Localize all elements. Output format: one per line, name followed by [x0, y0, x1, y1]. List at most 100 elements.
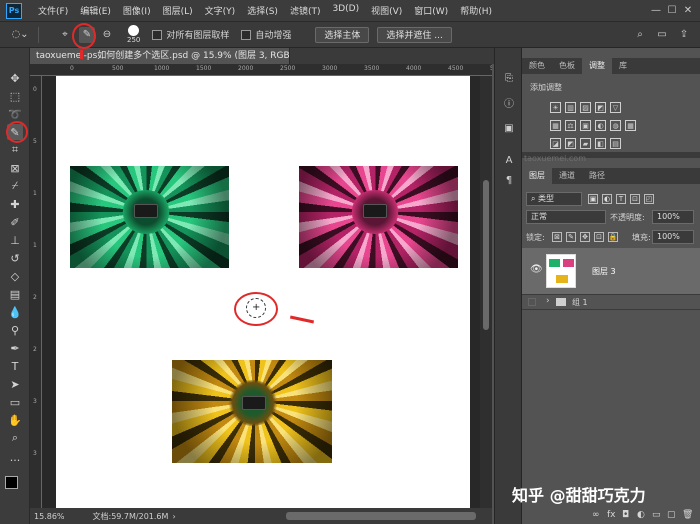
layers-bottom-icon[interactable]: 🗑	[682, 510, 693, 520]
minimize-button[interactable]: —	[648, 5, 664, 16]
horizontal-scrollbar[interactable]	[286, 512, 476, 520]
brush-size-picker[interactable]: 250	[127, 25, 140, 44]
green-balloon-image[interactable]	[70, 166, 229, 268]
adjustment-icon[interactable]: ▤	[610, 138, 621, 149]
path-selection-tool-icon[interactable]: ➤	[7, 376, 23, 392]
search-icon[interactable]: ⌕	[632, 27, 648, 43]
foreground-color-swatch[interactable]	[5, 476, 18, 489]
layers-bottom-icon[interactable]: ▢	[667, 510, 676, 520]
gradient-tool-icon[interactable]: ▤	[7, 286, 23, 302]
history-panel-icon[interactable]: ⎘	[501, 70, 517, 86]
eyedropper-tool-icon[interactable]: ⌿	[7, 178, 23, 194]
hand-tool-icon[interactable]: ✋	[7, 412, 23, 428]
vertical-scroll-thumb[interactable]	[483, 180, 489, 330]
tab-swatches[interactable]: 色板	[552, 58, 582, 74]
maximize-button[interactable]: ☐	[664, 5, 680, 16]
adjustment-icon[interactable]: ▣	[580, 120, 591, 131]
layer-filter-icon[interactable]: ◰	[644, 194, 654, 204]
lock-icon[interactable]: ⊡	[594, 232, 604, 242]
layers-bottom-icon[interactable]: ◐	[637, 510, 645, 520]
tab-layers[interactable]: 图层	[522, 168, 552, 184]
tab-paths[interactable]: 路径	[582, 168, 612, 184]
type-tool-icon[interactable]: T	[7, 358, 23, 374]
menu-item-5[interactable]: 选择(S)	[241, 4, 284, 17]
crop-tool-icon[interactable]: ⌗	[7, 142, 23, 158]
adjustment-icon[interactable]: ◧	[595, 138, 606, 149]
new-selection-brush-icon[interactable]: ⌖	[57, 27, 73, 43]
eye-icon[interactable]: 👁	[530, 264, 543, 275]
menu-item-10[interactable]: 帮助(H)	[454, 4, 498, 17]
layer-filter-icon[interactable]: ▣	[588, 194, 598, 204]
dodge-tool-icon[interactable]: ⚲	[7, 322, 23, 338]
layer-filter-icon[interactable]: ⊡	[630, 194, 640, 204]
character-panel-icon[interactable]: A	[501, 152, 517, 168]
share-icon[interactable]: ⇪	[676, 27, 692, 43]
menu-item-6[interactable]: 滤镜(T)	[284, 4, 327, 17]
adjustment-icon[interactable]: ◐	[595, 120, 606, 131]
move-tool-icon[interactable]: ✥	[7, 70, 23, 86]
layer-filter-icon[interactable]: ◐	[602, 194, 612, 204]
blend-mode-select[interactable]: 正常	[526, 210, 606, 224]
healing-brush-tool-icon[interactable]: ✚	[7, 196, 23, 212]
auto-enhance-checkbox[interactable]	[241, 29, 252, 40]
pen-tool-icon[interactable]: ✒	[7, 340, 23, 356]
adjustment-icon[interactable]: ◩	[595, 102, 606, 113]
visibility-box[interactable]	[528, 298, 536, 306]
adjustment-icon[interactable]: ☀	[550, 102, 561, 113]
expand-arrow-icon[interactable]: ›	[546, 296, 550, 306]
menu-item-9[interactable]: 窗口(W)	[408, 4, 454, 17]
layer-row-layer3[interactable]: 👁 图层 3	[522, 248, 700, 294]
tab-channels[interactable]: 通道	[552, 168, 582, 184]
select-and-mask-button[interactable]: 选择并遮住 ...	[377, 26, 452, 43]
layer-filter-icon[interactable]: T	[616, 194, 626, 204]
layers-bottom-icon[interactable]: fx	[607, 510, 616, 520]
layer-name[interactable]: 图层 3	[592, 266, 616, 277]
brush-tool-icon[interactable]: ✐	[7, 214, 23, 230]
layer-filter-select[interactable]: ⌕ 类型	[526, 192, 582, 206]
group-name[interactable]: 组 1	[572, 297, 588, 308]
adjustment-icon[interactable]: ▦	[550, 120, 561, 131]
lock-icon[interactable]: 🔒	[608, 232, 618, 242]
menu-item-8[interactable]: 视图(V)	[365, 4, 408, 17]
lock-icon[interactable]: ⊠	[552, 232, 562, 242]
info-panel-icon[interactable]: ⓘ	[501, 94, 517, 110]
lock-icon[interactable]: ✎	[566, 232, 576, 242]
document-tab[interactable]: taoxuemei-ps如何创建多个选区.psd @ 15.9% (图层 3, …	[30, 48, 290, 64]
menu-item-1[interactable]: 编辑(E)	[74, 4, 117, 17]
subtract-from-selection-brush-icon[interactable]: ⊖	[99, 27, 115, 43]
yellow-balloon-image[interactable]	[172, 360, 332, 463]
pink-balloon-image[interactable]	[299, 166, 458, 268]
blur-tool-icon[interactable]: 💧	[7, 304, 23, 320]
tool-preset-icon[interactable]: ◌⌄	[8, 27, 32, 43]
workspace-icon[interactable]: ▭	[654, 27, 670, 43]
fill-field[interactable]: 100%	[652, 230, 694, 244]
tab-libraries[interactable]: 库	[612, 58, 634, 74]
paragraph-panel-icon[interactable]: ¶	[501, 172, 517, 188]
opacity-field[interactable]: 100%	[652, 210, 694, 224]
menu-item-3[interactable]: 图层(L)	[157, 4, 199, 17]
tab-adjustments[interactable]: 调整	[582, 58, 612, 74]
lock-icon[interactable]: ✥	[580, 232, 590, 242]
status-menu-arrow-icon[interactable]: ›	[172, 512, 175, 521]
sample-all-layers-checkbox[interactable]	[152, 29, 163, 40]
layers-bottom-icon[interactable]: ▭	[652, 510, 661, 520]
zoom-tool-icon[interactable]: ⌕	[7, 430, 23, 446]
lasso-tool-icon[interactable]: ➰	[7, 106, 23, 122]
select-subject-button[interactable]: 选择主体	[315, 26, 370, 43]
adjustment-icon[interactable]: ▰	[580, 138, 591, 149]
clone-stamp-tool-icon[interactable]: ⊥	[7, 232, 23, 248]
adjustment-icon[interactable]: ◍	[610, 120, 621, 131]
more-tools-icon[interactable]: ···	[7, 452, 23, 468]
adjustment-icon[interactable]: ▥	[565, 102, 576, 113]
menu-item-7[interactable]: 3D(D)	[326, 4, 365, 17]
adjustment-icon[interactable]: ⚖	[565, 120, 576, 131]
layers-bottom-icon[interactable]: ∞	[592, 510, 600, 520]
layers-bottom-icon[interactable]: ◘	[622, 510, 629, 520]
close-button[interactable]: ✕	[680, 5, 696, 16]
properties-panel-icon[interactable]: ▣	[501, 120, 517, 136]
rectangle-tool-icon[interactable]: ▭	[7, 394, 23, 410]
adjustment-icon[interactable]: ▨	[580, 102, 591, 113]
history-brush-tool-icon[interactable]: ↺	[7, 250, 23, 266]
layer-row-group1[interactable]: › 组 1	[522, 294, 700, 310]
tab-color[interactable]: 颜色	[522, 58, 552, 74]
